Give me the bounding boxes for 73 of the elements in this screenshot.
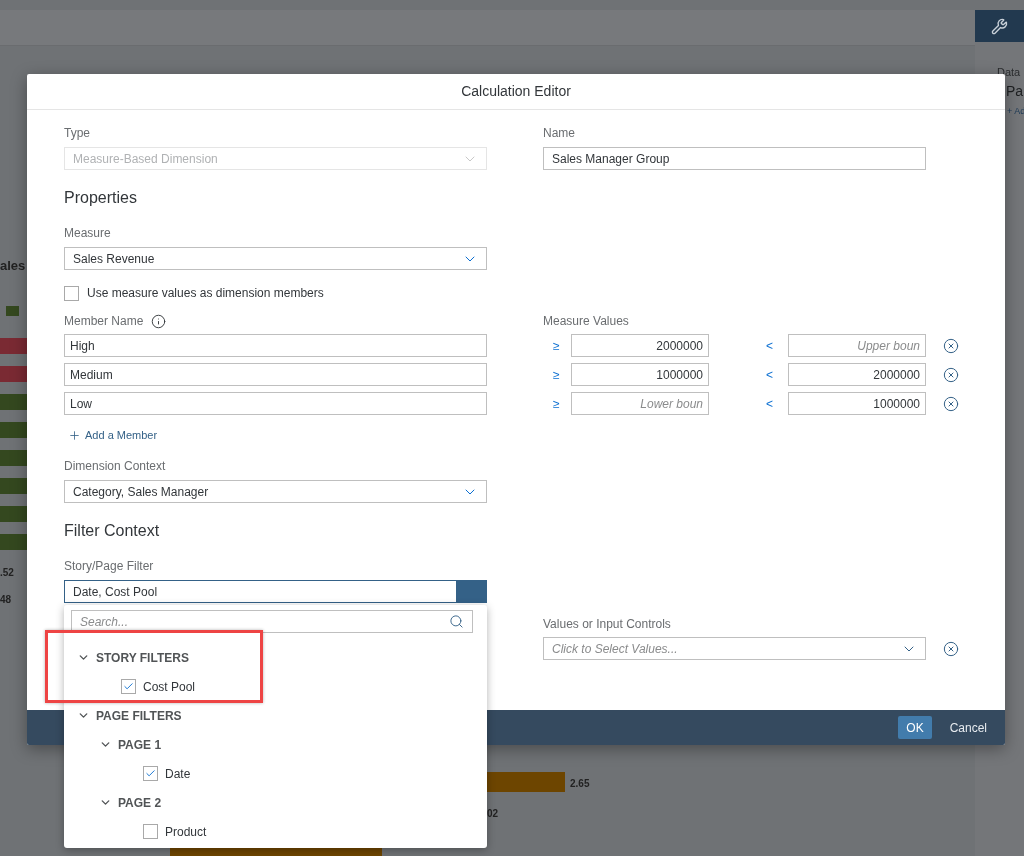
filter-option[interactable]: Product	[165, 822, 207, 841]
chart-value: 48	[0, 593, 12, 607]
operator: ≥	[553, 337, 561, 355]
field-label: Member Name	[64, 313, 144, 329]
tree-group[interactable]: PAGE 1	[71, 730, 480, 759]
tree-group[interactable]: STORY FILTERS	[71, 643, 480, 672]
checkbox-label: Use measure values as dimension members	[87, 285, 324, 302]
number-field[interactable]: Upper boun	[788, 334, 926, 357]
remove-icon[interactable]	[943, 366, 959, 383]
field-label: Story/Page Filter	[64, 558, 154, 574]
chart-bar	[0, 422, 27, 438]
checkbox[interactable]	[143, 766, 158, 781]
number-field[interactable]: Lower boun	[571, 392, 709, 415]
checkbox[interactable]	[64, 285, 79, 301]
chart-bar	[0, 394, 27, 410]
chart-bar	[0, 478, 27, 494]
dropdown-field[interactable]: Sales Revenue	[64, 247, 487, 270]
add-member-link[interactable]: Add a Member	[68, 427, 158, 443]
field-label: Type	[64, 125, 90, 141]
member-name-field[interactable]: High	[64, 334, 487, 357]
info-icon[interactable]	[151, 313, 167, 329]
panel-title: Pa	[1006, 81, 1024, 101]
checkbox[interactable]	[143, 824, 158, 839]
operator: <	[766, 337, 774, 355]
field-label: Values or Input Controls	[543, 616, 671, 632]
number-field[interactable]: 1000000	[788, 392, 926, 415]
chart-value: 2.65	[570, 777, 590, 791]
dropdown-toggle[interactable]	[456, 581, 486, 602]
dialog-title: Calculation Editor	[461, 82, 571, 101]
filter-option[interactable]: Cost Pool	[143, 677, 196, 696]
section-heading: Properties	[64, 188, 137, 208]
chart-bar	[0, 366, 27, 382]
tree-group[interactable]: PAGE FILTERS	[71, 701, 480, 730]
cancel-button[interactable]: Cancel	[941, 716, 995, 739]
filter-option[interactable]: Date	[165, 764, 191, 783]
chart-title: ales	[0, 257, 26, 275]
field-label: Measure	[64, 225, 111, 241]
chart-value: .52	[0, 566, 14, 580]
name-field[interactable]: Sales Manager Group	[543, 147, 926, 170]
remove-icon[interactable]	[943, 395, 959, 412]
filter-select[interactable]: Date, Cost Pool	[64, 580, 487, 603]
number-field[interactable]: 2000000	[788, 363, 926, 386]
legend-swatch	[6, 306, 19, 316]
field-label: Dimension Context	[64, 458, 166, 474]
chart-value: 02	[487, 807, 499, 821]
member-name-field[interactable]: Low	[64, 392, 487, 415]
section-heading: Filter Context	[64, 521, 160, 541]
number-field[interactable]: 1000000	[571, 363, 709, 386]
checkbox[interactable]	[121, 679, 136, 694]
chart-bar	[0, 506, 27, 522]
values-select[interactable]: Click to Select Values...	[543, 637, 926, 660]
check-icon	[123, 681, 134, 692]
chart-bar	[0, 338, 27, 354]
field-label: Measure Values	[543, 313, 629, 329]
dropdown-field[interactable]: Category, Sales Manager	[64, 480, 487, 503]
member-name-field[interactable]: Medium	[64, 363, 487, 386]
search-field[interactable]: Search...	[71, 610, 473, 633]
remove-icon[interactable]	[943, 640, 959, 657]
operator: ≥	[553, 366, 561, 384]
chart-bar	[0, 450, 27, 466]
chart-bar	[0, 534, 27, 550]
operator: <	[766, 366, 774, 384]
operator: ≥	[553, 395, 561, 413]
operator: <	[766, 395, 774, 413]
field-label: Name	[543, 125, 575, 141]
tree-group[interactable]: PAGE 2	[71, 788, 480, 817]
check-icon	[145, 768, 156, 779]
remove-icon[interactable]	[943, 337, 959, 354]
ok-button[interactable]: OK	[898, 716, 932, 739]
wrench-icon[interactable]	[991, 17, 1008, 35]
plus-icon	[68, 428, 81, 442]
number-field[interactable]: 2000000	[571, 334, 709, 357]
search-icon	[449, 614, 464, 629]
